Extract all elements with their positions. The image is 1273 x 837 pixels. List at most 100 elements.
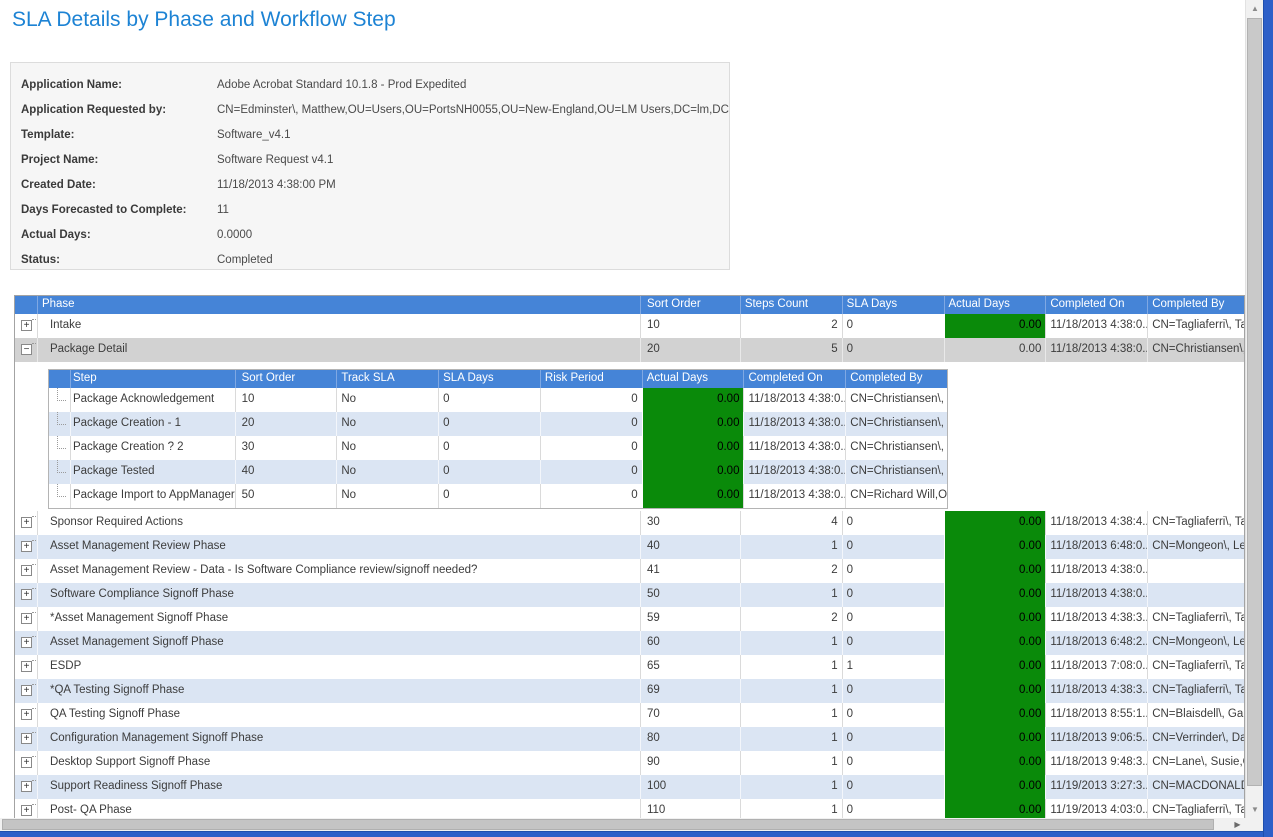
expand-icon[interactable]: +	[21, 517, 32, 528]
step-row: Package Acknowledgement 10 No 0 0 0.00 1…	[49, 388, 947, 412]
phase-table-header: Phase Sort Order Steps Count SLA Days Ac…	[15, 296, 1244, 314]
step-table-header: Step Sort Order Track SLA SLA Days Risk …	[49, 370, 947, 388]
step-row: Package Import to AppManager 50 No 0 0 0…	[49, 484, 947, 508]
tree-cell	[49, 460, 70, 484]
tree-cell	[49, 484, 70, 508]
actual-days-cell: 0.00	[944, 775, 1046, 799]
expander-cell: +	[15, 751, 37, 775]
actual-days-cell: 0.00	[944, 607, 1046, 631]
sort-order-cell: 20	[235, 412, 337, 436]
sort-order-cell: 90	[640, 751, 740, 775]
table-row: + Software Compliance Signoff Phase 50 1…	[15, 583, 1244, 607]
expand-icon[interactable]: +	[21, 685, 32, 696]
info-field-requested-by: Application Requested by:CN=Edminster\, …	[21, 98, 729, 123]
scroll-right-icon[interactable]: ▶	[1230, 818, 1245, 831]
field-value: Adobe Acrobat Standard 10.1.8 - Prod Exp…	[217, 79, 466, 91]
sla-days-cell: 0	[842, 535, 944, 559]
expand-icon[interactable]: +	[21, 589, 32, 600]
phase-cell: Asset Management Signoff Phase	[37, 631, 640, 655]
sla-days-cell: 0	[842, 703, 944, 727]
track-sla-cell: No	[336, 460, 438, 484]
expand-icon[interactable]: +	[21, 637, 32, 648]
expand-icon[interactable]: +	[21, 757, 32, 768]
horizontal-scrollbar-thumb[interactable]	[2, 819, 1214, 830]
info-field-application-name: Application Name:Adobe Acrobat Standard …	[21, 73, 729, 98]
sort-order-cell: 20	[640, 338, 740, 362]
expander-cell: +	[15, 583, 37, 607]
phase-cell: Software Compliance Signoff Phase	[37, 583, 640, 607]
expander-cell: −	[15, 338, 37, 362]
expand-icon[interactable]: +	[21, 613, 32, 624]
steps-count-cell: 1	[740, 727, 842, 751]
expand-icon[interactable]: +	[21, 661, 32, 672]
sla-days-cell: 0	[438, 436, 540, 460]
horizontal-scrollbar[interactable]: ▶	[0, 818, 1245, 831]
phase-cell: QA Testing Signoff Phase	[37, 703, 640, 727]
completed-by-cell: CN=Tagliaferri\, Ta..	[1147, 607, 1244, 631]
actual-days-cell: 0.00	[944, 655, 1046, 679]
steps-count-cell: 2	[740, 559, 842, 583]
risk-period-cell: 0	[540, 388, 642, 412]
vertical-scrollbar-thumb[interactable]	[1247, 18, 1262, 786]
phase-cell: Sponsor Required Actions	[37, 511, 640, 535]
sla-days-cell: 0	[438, 412, 540, 436]
step-column-header: Step	[70, 370, 235, 388]
actual-days-cell: 0.00	[944, 338, 1046, 362]
sort-order-cell: 100	[640, 775, 740, 799]
table-row: + Asset Management Signoff Phase 60 1 0 …	[15, 631, 1244, 655]
track-sla-column-header: Track SLA	[336, 370, 438, 388]
actual-days-cell: 0.00	[944, 751, 1046, 775]
sort-order-cell: 50	[640, 583, 740, 607]
sla-days-cell: 0	[842, 727, 944, 751]
expand-icon[interactable]: +	[21, 320, 32, 331]
expand-icon[interactable]: +	[21, 733, 32, 744]
completed-on-column-header: Completed On	[743, 370, 845, 388]
completed-on-cell: 11/18/2013 7:08:0...	[1045, 655, 1147, 679]
report-info-panel: Application Name:Adobe Acrobat Standard …	[10, 62, 730, 270]
expander-cell: +	[15, 535, 37, 559]
step-table: Step Sort Order Track SLA SLA Days Risk …	[48, 369, 948, 509]
phase-cell: Configuration Management Signoff Phase	[37, 727, 640, 751]
field-label: Actual Days:	[21, 223, 217, 248]
step-table-container: Step Sort Order Track SLA SLA Days Risk …	[15, 362, 1244, 511]
field-value: 11/18/2013 4:38:00 PM	[217, 179, 336, 191]
vertical-scrollbar[interactable]: ▲ ▼	[1245, 0, 1263, 818]
sort-order-cell: 10	[640, 314, 740, 338]
field-label: Template:	[21, 123, 217, 148]
field-value: Completed	[217, 254, 273, 266]
completed-on-cell: 11/18/2013 4:38:3...	[1045, 679, 1147, 703]
track-sla-cell: No	[336, 436, 438, 460]
expander-cell: +	[15, 679, 37, 703]
expand-icon[interactable]: +	[21, 709, 32, 720]
steps-count-cell: 1	[740, 631, 842, 655]
sort-order-column-header: Sort Order	[640, 296, 740, 314]
sla-days-column-header: SLA Days	[842, 296, 944, 314]
sla-days-column-header: SLA Days	[438, 370, 540, 388]
field-value: 0.0000	[217, 229, 252, 241]
completed-by-cell: CN=Verrinder\, Da...	[1147, 727, 1244, 751]
actual-days-cell: 0.00	[944, 703, 1046, 727]
expand-icon[interactable]: +	[21, 541, 32, 552]
sla-days-cell: 0	[438, 460, 540, 484]
actual-days-column-header: Actual Days	[642, 370, 744, 388]
sla-days-cell: 0	[842, 631, 944, 655]
completed-on-cell: 11/18/2013 4:38:0...	[1045, 314, 1147, 338]
scroll-up-icon[interactable]: ▲	[1246, 0, 1264, 17]
step-cell: Package Tested	[70, 460, 235, 484]
completed-on-cell: 11/18/2013 6:48:2...	[1045, 631, 1147, 655]
actual-days-cell: 0.00	[944, 679, 1046, 703]
page-title: SLA Details by Phase and Workflow Step	[12, 8, 396, 32]
table-row: + Support Readiness Signoff Phase 100 1 …	[15, 775, 1244, 799]
actual-days-cell: 0.00	[642, 436, 744, 460]
completed-by-cell	[1147, 559, 1244, 583]
completed-by-cell: CN=Christiansen\, ...	[1147, 338, 1244, 362]
scroll-down-icon[interactable]: ▼	[1246, 801, 1264, 818]
expand-icon[interactable]: +	[21, 565, 32, 576]
expand-icon[interactable]: +	[21, 781, 32, 792]
expand-icon[interactable]: +	[21, 805, 32, 816]
completed-by-cell: CN=Mongeon\, Le...	[1147, 535, 1244, 559]
field-value: Software_v4.1	[217, 129, 291, 141]
expander-cell: +	[15, 607, 37, 631]
collapse-icon[interactable]: −	[21, 344, 32, 355]
sort-order-cell: 65	[640, 655, 740, 679]
